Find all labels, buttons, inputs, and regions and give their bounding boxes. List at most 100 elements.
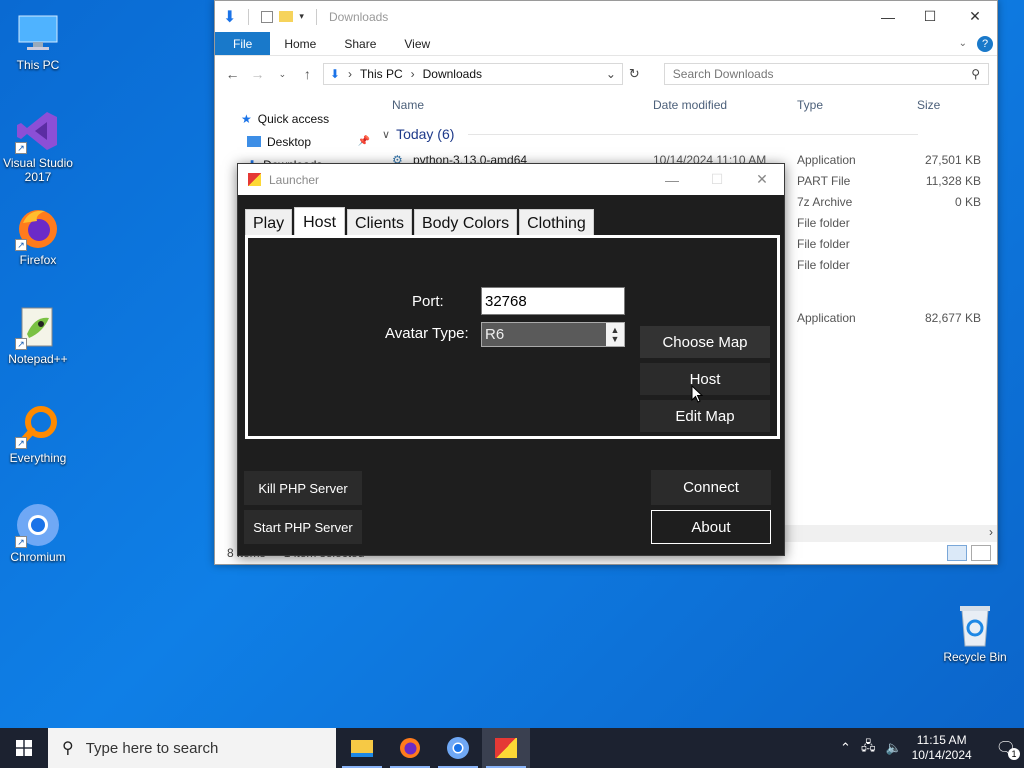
column-header-type[interactable]: Type: [797, 94, 823, 116]
ribbon-tab-home[interactable]: Home: [270, 32, 330, 55]
window-title: Launcher: [269, 172, 320, 187]
file-size: 11,328 KB: [925, 174, 981, 188]
taskbar-firefox[interactable]: [386, 728, 434, 768]
port-input[interactable]: 32768: [481, 287, 625, 315]
desktop-icon-chromium[interactable]: ↗ Chromium: [0, 502, 76, 564]
tab-play[interactable]: Play: [245, 209, 293, 237]
desktop-icon-label: Visual Studio 2017: [3, 156, 73, 184]
network-icon[interactable]: 🖧: [861, 737, 876, 759]
star-icon: ★: [241, 111, 252, 126]
chevron-down-icon[interactable]: ▾: [299, 11, 304, 22]
properties-checkbox-icon[interactable]: [261, 10, 274, 23]
column-header-date[interactable]: Date modified: [653, 94, 727, 116]
maximize-button[interactable]: ☐: [907, 1, 953, 32]
sidebar-item-label: Desktop: [267, 134, 312, 149]
breadcrumb-downloads[interactable]: Downloads: [423, 67, 482, 81]
sidebar-item-quick-access[interactable]: ★ Quick access: [215, 107, 380, 130]
about-button[interactable]: About: [651, 510, 771, 544]
ribbon-tab-share[interactable]: Share: [330, 32, 390, 55]
clock-date: 10/14/2024: [911, 748, 972, 762]
taskbar: ⚲ Type here to search ⌃ 🖧 🔈 11:15 AM 10/…: [0, 728, 1024, 768]
search-placeholder: Search Downloads: [672, 67, 774, 81]
tab-clothing[interactable]: Clothing: [519, 209, 594, 237]
file-type: PART File: [797, 174, 851, 188]
chevron-down-icon[interactable]: ⌄: [606, 67, 616, 81]
choose-map-button[interactable]: Choose Map: [640, 326, 770, 358]
spinner-arrows-icon[interactable]: ▲ ▼: [606, 323, 624, 346]
desktop-icon-this-pc[interactable]: This PC: [0, 10, 76, 72]
minimize-button[interactable]: —: [649, 164, 695, 195]
volume-muted-icon[interactable]: 🔈: [885, 740, 901, 756]
taskbar-search-input[interactable]: ⚲ Type here to search: [48, 728, 336, 768]
large-icons-view-icon[interactable]: [971, 545, 991, 561]
taskbar-file-explorer[interactable]: [338, 728, 386, 768]
taskbar-launcher[interactable]: [482, 728, 530, 768]
chevron-up-icon[interactable]: ⌃: [840, 740, 851, 756]
host-button[interactable]: Host: [640, 363, 770, 395]
clock-time: 11:15 AM: [916, 733, 967, 747]
group-header-today[interactable]: ∨ Today (6): [380, 126, 919, 142]
file-size: 0 KB: [954, 195, 981, 209]
address-bar[interactable]: ⬇ › This PC › Downloads ⌄: [322, 63, 623, 85]
chevron-down-icon[interactable]: ⌄: [959, 38, 967, 49]
connect-button[interactable]: Connect: [651, 470, 771, 505]
breadcrumb-this-pc[interactable]: This PC: [360, 67, 403, 81]
maximize-button[interactable]: ☐: [694, 164, 740, 195]
up-arrow-icon[interactable]: ↑: [298, 66, 317, 82]
close-button[interactable]: ✕: [739, 164, 785, 195]
column-header-name[interactable]: Name: [392, 94, 424, 116]
help-icon[interactable]: ?: [977, 35, 993, 52]
launcher-titlebar[interactable]: Launcher — ☐ ✕: [238, 164, 784, 195]
close-button[interactable]: ✕: [952, 1, 998, 32]
desktop-icon-firefox[interactable]: ↗ Firefox: [0, 205, 76, 267]
start-button[interactable]: [0, 728, 48, 768]
minimize-button[interactable]: —: [865, 1, 911, 32]
folder-icon[interactable]: [279, 11, 294, 22]
chevron-right-icon[interactable]: ›: [989, 525, 993, 539]
tab-clients[interactable]: Clients: [347, 209, 412, 237]
file-type: File folder: [797, 216, 850, 230]
port-label: Port:: [412, 293, 444, 310]
edit-map-button[interactable]: Edit Map: [640, 400, 770, 432]
firefox-icon: [400, 738, 420, 758]
desktop-icon-visual-studio[interactable]: ↗ Visual Studio 2017: [0, 108, 76, 184]
back-arrow-icon[interactable]: ←: [223, 66, 242, 82]
details-view-icon[interactable]: [947, 545, 967, 561]
desktop-icon-recycle-bin[interactable]: Recycle Bin: [937, 602, 1013, 664]
launcher-window[interactable]: Launcher — ☐ ✕ Play Host Clients Body Co…: [237, 163, 785, 556]
tab-body-colors[interactable]: Body Colors: [413, 209, 518, 237]
desktop-icon-label: Recycle Bin: [943, 650, 1007, 664]
recent-chevron-icon[interactable]: ⌄: [273, 69, 292, 80]
file-type: Application: [797, 153, 856, 167]
navigation-bar: ← → ⌄ ↑ ⬇ › This PC › Downloads ⌄ ↻ Sear…: [215, 56, 997, 92]
firefox-icon: ↗: [15, 205, 61, 251]
desktop-icon-notepadpp[interactable]: ↗ Notepad++: [0, 304, 76, 366]
desktop-folder-icon: [247, 136, 261, 147]
clock[interactable]: 11:15 AM 10/14/2024: [912, 733, 972, 763]
tab-host[interactable]: Host: [294, 207, 346, 237]
desktop-icon-label: Notepad++: [8, 352, 68, 366]
ribbon-tab-file[interactable]: File: [215, 32, 271, 55]
file-type: 7z Archive: [797, 195, 853, 209]
taskbar-chromium[interactable]: [434, 728, 482, 768]
refresh-icon[interactable]: ↻: [629, 66, 640, 82]
group-label: Today (6): [396, 126, 455, 142]
desktop-icon-everything[interactable]: ↗ Everything: [0, 403, 76, 465]
search-input[interactable]: Search Downloads ⚲: [663, 63, 990, 85]
file-size: 82,677 KB: [924, 311, 981, 325]
horizontal-scrollbar[interactable]: ›: [785, 525, 997, 542]
notification-center-icon[interactable]: 🗨 1: [996, 738, 1020, 760]
kill-php-server-button[interactable]: Kill PHP Server: [244, 471, 362, 505]
forward-arrow-icon[interactable]: →: [248, 66, 267, 82]
ribbon-tab-view[interactable]: View: [390, 32, 444, 55]
avatar-type-label: Avatar Type:: [385, 325, 469, 342]
download-arrow-icon: ⬇: [329, 67, 340, 81]
file-type: File folder: [797, 237, 850, 251]
avatar-type-select[interactable]: R6 ▲ ▼: [481, 322, 625, 347]
start-php-server-button[interactable]: Start PHP Server: [244, 510, 362, 544]
sidebar-item-desktop[interactable]: Desktop 📌: [215, 130, 380, 153]
launcher-app-icon: [495, 738, 517, 758]
system-tray: ⌃ 🖧 🔈 11:15 AM 10/14/2024 🗨 1: [840, 728, 1024, 768]
column-header-size[interactable]: Size: [917, 94, 940, 116]
notification-badge: 1: [1008, 748, 1020, 760]
